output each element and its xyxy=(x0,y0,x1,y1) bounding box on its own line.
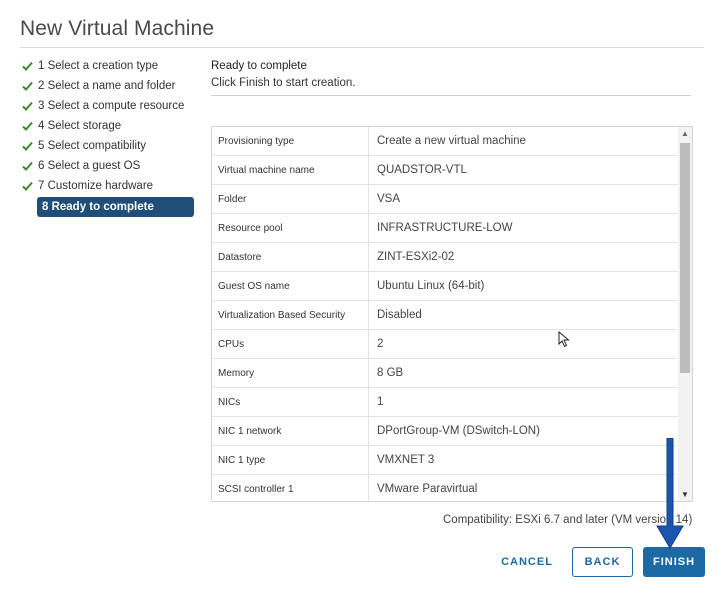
row-label: Datastore xyxy=(212,242,369,272)
wizard-step-4[interactable]: 4 Select storage xyxy=(22,116,198,136)
table-row: Virtualization Based Security Disabled xyxy=(212,300,677,330)
row-label: NICs xyxy=(212,387,369,417)
table-row: Folder VSA xyxy=(212,184,677,214)
row-label: Virtual machine name xyxy=(212,155,369,185)
row-value: VMXNET 3 xyxy=(368,445,677,475)
row-value: DPortGroup-VM (DSwitch-LON) xyxy=(368,416,677,446)
cancel-button[interactable]: CANCEL xyxy=(496,547,558,577)
summary-table[interactable]: Provisioning type Create a new virtual ma… xyxy=(211,126,693,502)
step-heading: Ready to complete xyxy=(211,60,307,72)
step-instructions: Click Finish to start creation. xyxy=(211,77,356,89)
row-value: QUADSTOR-VTL xyxy=(368,155,677,185)
wizard-step-label: 7 Customize hardware xyxy=(38,180,154,192)
table-row: Guest OS name Ubuntu Linux (64-bit) xyxy=(212,271,677,301)
scroll-thumb[interactable] xyxy=(680,143,690,373)
wizard-steps: 1 Select a creation type 2 Select a name… xyxy=(22,56,198,217)
table-row: Provisioning type Create a new virtual ma… xyxy=(212,127,677,156)
check-icon xyxy=(22,141,38,151)
table-row: NIC 1 type VMXNET 3 xyxy=(212,445,677,475)
check-icon xyxy=(22,181,38,191)
table-row: CPUs 2 xyxy=(212,329,677,359)
row-label: Memory xyxy=(212,358,369,388)
table-row: Resource pool INFRASTRUCTURE-LOW xyxy=(212,213,677,243)
row-label: Guest OS name xyxy=(212,271,369,301)
wizard-step-5[interactable]: 5 Select compatibility xyxy=(22,136,198,156)
wizard-step-8-current[interactable]: 8 Ready to complete xyxy=(37,197,194,217)
check-icon xyxy=(22,101,38,111)
row-value: Disabled xyxy=(368,300,677,330)
check-icon xyxy=(22,81,38,91)
row-label: SCSI controller 1 xyxy=(212,474,369,501)
title-divider xyxy=(20,47,704,48)
row-label: NIC 1 network xyxy=(212,416,369,446)
wizard-step-3[interactable]: 3 Select a compute resource xyxy=(22,96,198,116)
table-row: Virtual machine name QUADSTOR-VTL xyxy=(212,155,677,185)
down-arrow-icon xyxy=(655,437,685,555)
row-label: Virtualization Based Security xyxy=(212,300,369,330)
check-icon xyxy=(22,61,38,71)
row-value: 1 xyxy=(368,387,677,417)
new-vm-dialog: New Virtual Machine 1 Select a creation … xyxy=(0,0,722,597)
dialog-title: New Virtual Machine xyxy=(20,17,215,40)
row-value: 2 xyxy=(368,329,677,359)
wizard-step-label: 4 Select storage xyxy=(38,120,122,132)
wizard-step-2[interactable]: 2 Select a name and folder xyxy=(22,76,198,96)
content-divider xyxy=(211,95,691,96)
row-value: 8 GB xyxy=(368,358,677,388)
row-value: VSA xyxy=(368,184,677,214)
wizard-step-label: 5 Select compatibility xyxy=(38,140,147,152)
row-value: INFRASTRUCTURE-LOW xyxy=(368,213,677,243)
row-value: VMware Paravirtual xyxy=(368,474,677,501)
wizard-step-label: 6 Select a guest OS xyxy=(38,160,141,172)
row-value: ZINT-ESXi2-02 xyxy=(368,242,677,272)
wizard-step-6[interactable]: 6 Select a guest OS xyxy=(22,156,198,176)
row-label: Provisioning type xyxy=(212,127,369,156)
wizard-step-label: 8 Ready to complete xyxy=(42,201,154,213)
row-label: Folder xyxy=(212,184,369,214)
triangle-up-icon[interactable]: ▲ xyxy=(681,129,689,138)
row-value: Create a new virtual machine xyxy=(368,127,677,156)
wizard-step-1[interactable]: 1 Select a creation type xyxy=(22,56,198,76)
row-value: Ubuntu Linux (64-bit) xyxy=(368,271,677,301)
back-button[interactable]: BACK xyxy=(572,547,633,577)
table-row: NICs 1 xyxy=(212,387,677,417)
table-row: NIC 1 network DPortGroup-VM (DSwitch-LON) xyxy=(212,416,677,446)
wizard-step-label: 2 Select a name and folder xyxy=(38,80,176,92)
table-row: Datastore ZINT-ESXi2-02 xyxy=(212,242,677,272)
check-icon xyxy=(22,121,38,131)
row-label: CPUs xyxy=(212,329,369,359)
step-content-header: Ready to complete Click Finish to start … xyxy=(211,58,691,91)
check-icon xyxy=(22,161,38,171)
wizard-step-label: 1 Select a creation type xyxy=(38,60,159,72)
table-row: SCSI controller 1 VMware Paravirtual xyxy=(212,474,677,501)
mouse-cursor-icon xyxy=(558,330,570,353)
table-row: Memory 8 GB xyxy=(212,358,677,388)
row-label: NIC 1 type xyxy=(212,445,369,475)
row-label: Resource pool xyxy=(212,213,369,243)
wizard-step-label: 3 Select a compute resource xyxy=(38,100,185,112)
wizard-step-7[interactable]: 7 Customize hardware xyxy=(22,176,198,196)
